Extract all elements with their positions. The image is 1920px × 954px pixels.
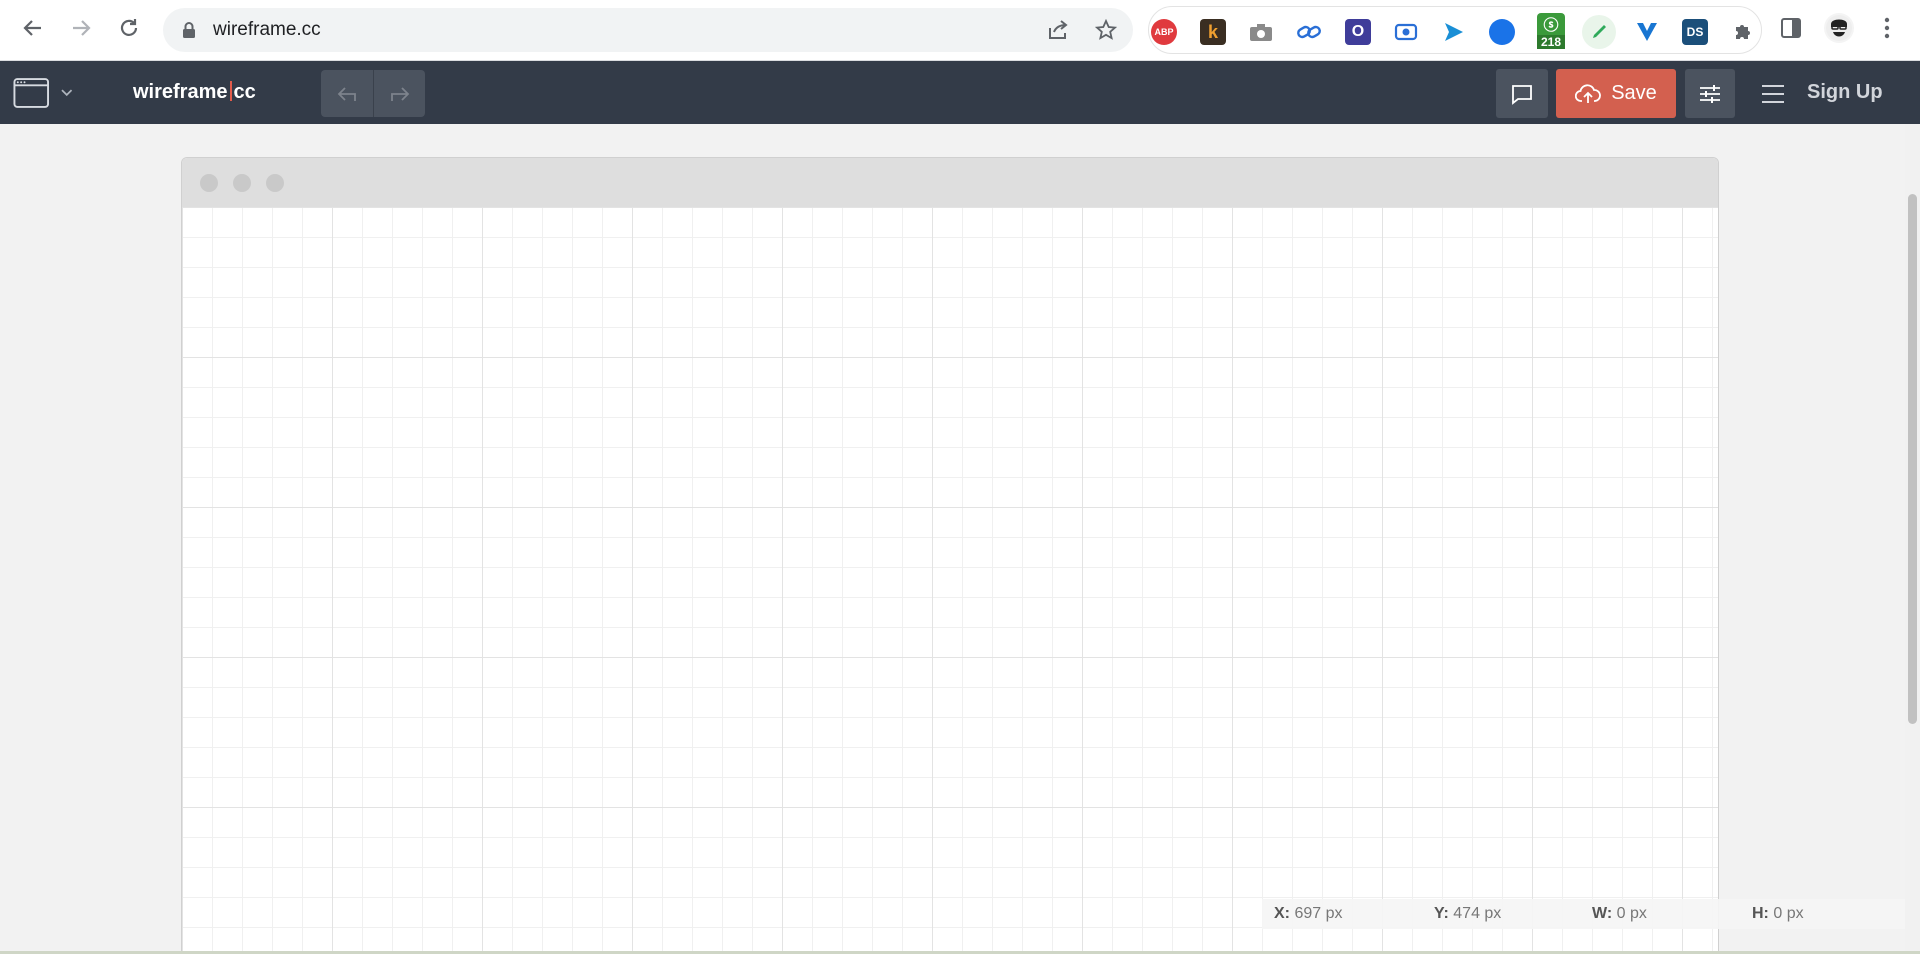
record-icon[interactable] (1393, 19, 1419, 45)
scrollbar-thumb[interactable] (1908, 194, 1917, 724)
device-frame-selector[interactable] (13, 74, 73, 112)
blue-dot-icon[interactable] (1489, 19, 1515, 45)
history-controls (321, 70, 425, 117)
cloud-upload-icon (1575, 83, 1602, 103)
save-button[interactable]: Save (1556, 69, 1676, 118)
badge-218-icon[interactable]: ⓢ 218 (1537, 13, 1565, 49)
kebab-menu-icon[interactable] (1872, 13, 1902, 43)
reload-icon (120, 19, 138, 36)
coordinates-status-bar: X: 697 px Y: 474 px W: 0 px H: 0 px (1262, 899, 1905, 929)
o-extension-icon[interactable]: O (1345, 19, 1371, 45)
canvas-window-bar (182, 158, 1718, 207)
vertical-scrollbar[interactable] (1905, 124, 1920, 954)
comment-icon (1512, 84, 1532, 105)
adblock-plus-icon[interactable]: ABP (1151, 19, 1177, 45)
window-dot-2 (233, 174, 251, 192)
bookmark-star-icon[interactable] (1094, 18, 1118, 42)
reload-button[interactable] (111, 10, 147, 46)
chevron-down-icon (61, 89, 73, 97)
lock-icon (177, 18, 201, 42)
undo-button[interactable] (321, 70, 373, 117)
comments-button[interactable] (1496, 69, 1548, 118)
extensions-tray: ABP k O ⓢ 218 DS (1148, 6, 1762, 54)
logo-separator (229, 81, 232, 101)
sign-up-link[interactable]: Sign Up (1807, 61, 1883, 124)
sliders-icon (1700, 84, 1720, 103)
forward-arrow-icon (73, 20, 91, 36)
status-y: Y: 474 px (1434, 905, 1502, 922)
window-dot-1 (200, 174, 218, 192)
app-toolbar: wireframe cc Save Sign Up (0, 61, 1920, 124)
status-w: W: 0 px (1592, 905, 1647, 922)
puzzle-extensions-icon[interactable] (1730, 19, 1756, 45)
profile-avatar[interactable] (1824, 13, 1854, 43)
save-label: Save (1611, 82, 1657, 104)
browser-window-icon (13, 78, 50, 108)
back-arrow-icon (23, 20, 41, 36)
share-icon[interactable] (1046, 18, 1070, 42)
link-icon[interactable] (1296, 19, 1322, 45)
forward-button[interactable] (63, 10, 99, 46)
highlighter-icon[interactable] (1582, 15, 1616, 49)
window-dot-3 (266, 174, 284, 192)
ds-extension-icon[interactable]: DS (1682, 19, 1708, 45)
wireframe-canvas[interactable] (181, 157, 1719, 954)
status-h: H: 0 px (1752, 905, 1804, 922)
url-text: wireframe.cc (213, 19, 321, 40)
y-extension-icon[interactable] (1634, 19, 1660, 45)
status-x: X: 697 px (1274, 905, 1343, 922)
logo-wireframe-text: wireframe (133, 81, 228, 103)
back-button[interactable] (15, 10, 51, 46)
app-logo[interactable]: wireframe cc (133, 61, 256, 124)
side-panel-icon[interactable] (1776, 13, 1806, 43)
logo-cc-text: cc (233, 81, 256, 103)
camera-icon[interactable] (1248, 19, 1274, 45)
undo-icon (337, 86, 356, 101)
menu-button[interactable] (1755, 69, 1791, 118)
k-extension-icon[interactable]: k (1200, 19, 1226, 45)
settings-button[interactable] (1685, 69, 1735, 118)
send-icon[interactable] (1441, 19, 1467, 45)
redo-icon (390, 86, 409, 101)
canvas-grid[interactable] (182, 207, 1718, 953)
address-bar[interactable]: wireframe.cc (163, 8, 1133, 52)
browser-chrome: wireframe.cc ABP k O ⓢ 218 DS (0, 0, 1920, 61)
redo-button[interactable] (373, 70, 425, 117)
hamburger-icon (1762, 84, 1784, 103)
